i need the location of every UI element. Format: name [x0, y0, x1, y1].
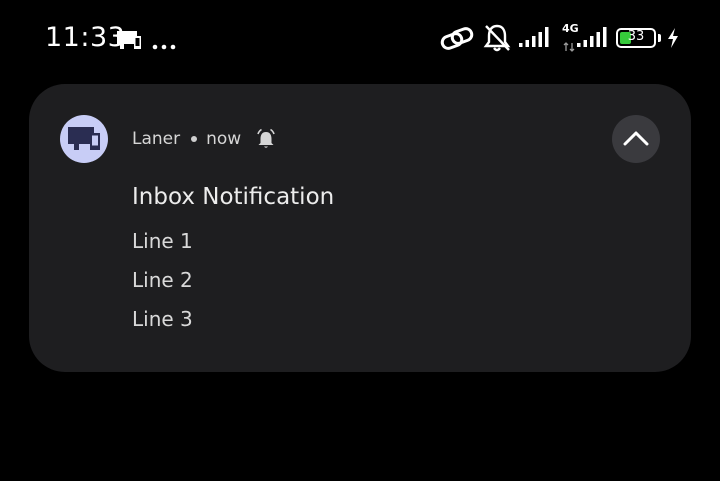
separator-dot: [191, 136, 198, 142]
chevron-up-icon: [623, 131, 649, 146]
status-time: 11:33: [45, 22, 126, 53]
link-icon: [440, 25, 474, 57]
monitor-icon: [68, 127, 100, 150]
data-arrows-icon: [563, 37, 575, 56]
app-icon: [60, 115, 108, 163]
bell-off-icon: [483, 23, 511, 57]
notification-line: Line 3: [132, 307, 193, 331]
notification-line: Line 2: [132, 268, 193, 292]
battery-level: 33: [627, 29, 645, 44]
battery-nub: [658, 34, 661, 42]
cast-icon: [116, 30, 142, 54]
more-dots-icon: [152, 35, 176, 54]
notification-header: Laner now: [132, 128, 277, 150]
notification-title: Inbox Notification: [132, 184, 335, 210]
collapse-button[interactable]: [612, 115, 660, 163]
battery-icon: 33: [616, 28, 656, 48]
notification-card[interactable]: Laner now Inbox Notification Line 1 Line…: [29, 84, 691, 372]
notification-line: Line 1: [132, 229, 193, 253]
signal-icon: [576, 26, 608, 52]
alarm-bell-icon: [255, 128, 277, 150]
signal-icon: [518, 26, 552, 52]
app-name: Laner: [132, 129, 181, 149]
notification-time: now: [206, 129, 242, 149]
charging-icon: [666, 27, 680, 53]
status-bar: 11:33 4G 33: [0, 0, 720, 78]
